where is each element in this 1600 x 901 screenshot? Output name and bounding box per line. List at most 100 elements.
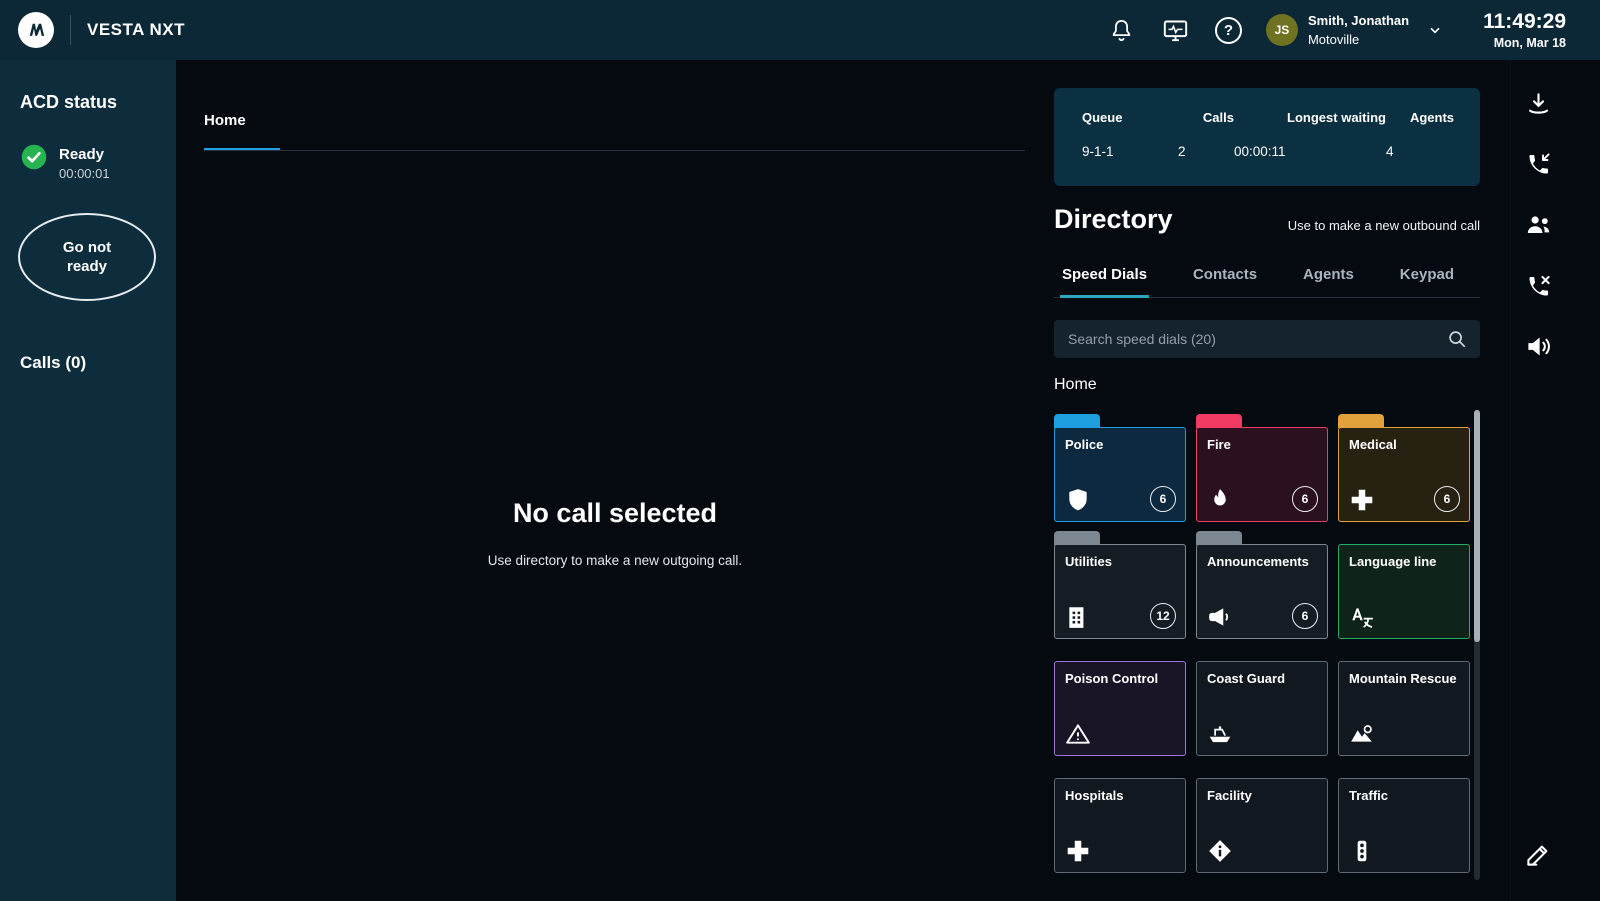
speed-dial-card-fire[interactable]: Fire 6 (1196, 427, 1328, 522)
speed-dial-card-medical[interactable]: Medical 6 (1338, 427, 1470, 522)
annotation-icon[interactable] (1524, 840, 1552, 868)
acd-sidebar: ACD status Ready 00:00:01 Go not ready C… (0, 60, 176, 901)
longest-waiting-header: Longest waiting (1234, 110, 1386, 125)
acd-status-timer: 00:00:01 (59, 166, 110, 181)
speed-dial-card-police[interactable]: Police 6 (1054, 427, 1186, 522)
speed-dial-card-language-line[interactable]: Language line (1338, 544, 1470, 639)
acd-status-title: ACD status (20, 92, 158, 113)
empty-title: No call selected (176, 498, 1054, 529)
speed-dial-grid: Police 6 Fire 6 Medical 6 Utilities 12 (1054, 410, 1470, 873)
tab-divider (204, 150, 1025, 151)
tab-home[interactable]: Home (204, 112, 246, 129)
count-badge: 6 (1292, 603, 1318, 629)
mountain-icon (1349, 721, 1375, 747)
speed-dial-card-coast-guard[interactable]: Coast Guard (1196, 661, 1328, 756)
empty-subtitle: Use directory to make a new outgoing cal… (176, 553, 1054, 568)
tab-speed-dials[interactable]: Speed Dials (1062, 266, 1147, 283)
avatar: JS (1266, 14, 1298, 46)
count-badge: 12 (1150, 603, 1176, 629)
card-label: Language line (1349, 554, 1436, 569)
card-label: Utilities (1065, 554, 1112, 569)
card-label: Announcements (1207, 554, 1309, 569)
speed-dial-card-hospitals[interactable]: Hospitals (1054, 778, 1186, 873)
search-input[interactable] (1068, 331, 1446, 347)
police-badge-icon (1065, 487, 1091, 513)
queue-header: Queue (1082, 110, 1178, 125)
card-label: Medical (1349, 437, 1397, 452)
user-menu[interactable]: JS Smith, Jonathan Motoville (1266, 11, 1443, 50)
bell-icon[interactable] (1107, 15, 1137, 45)
card-label: Mountain Rescue (1349, 671, 1457, 686)
calls-section-title: Calls (0) (20, 353, 158, 373)
warning-triangle-icon (1065, 721, 1091, 747)
missed-call-icon[interactable] (1524, 150, 1552, 178)
motorola-logo (18, 12, 54, 48)
card-label: Hospitals (1065, 788, 1124, 803)
translate-icon (1349, 604, 1375, 630)
go-not-ready-button[interactable]: Go not ready (18, 213, 156, 301)
clock-date: Mon, Mar 18 (1483, 36, 1566, 50)
clock: 11:49:29 Mon, Mar 18 (1483, 10, 1566, 49)
clock-time: 11:49:29 (1483, 10, 1566, 33)
speed-dial-card-facility[interactable]: Facility (1196, 778, 1328, 873)
queue-summary-panel: Queue Calls Longest waiting Agents 9-1-1… (1054, 88, 1480, 186)
tab-agents[interactable]: Agents (1303, 266, 1354, 283)
folder-tab (1196, 531, 1242, 545)
folder-tab (1196, 414, 1242, 428)
card-label: Poison Control (1065, 671, 1158, 686)
chevron-down-icon[interactable] (1427, 22, 1443, 38)
directory-tabs: Speed Dials Contacts Agents Keypad (1054, 266, 1480, 298)
user-name: Smith, Jonathan (1308, 11, 1409, 31)
app-title: VESTA NXT (87, 20, 185, 40)
monitor-icon[interactable] (1161, 15, 1191, 45)
call-control-rail (1510, 60, 1600, 901)
count-badge: 6 (1292, 486, 1318, 512)
agents-header: Agents (1386, 110, 1454, 125)
divider (70, 15, 71, 45)
speed-dial-card-mountain-rescue[interactable]: Mountain Rescue (1338, 661, 1470, 756)
speed-dial-card-announcements[interactable]: Announcements 6 (1196, 544, 1328, 639)
tab-keypad[interactable]: Keypad (1400, 266, 1454, 283)
folder-tab (1054, 414, 1100, 428)
count-badge: 6 (1150, 486, 1176, 512)
tab-contacts[interactable]: Contacts (1193, 266, 1257, 283)
speaker-icon[interactable] (1524, 332, 1552, 360)
folder-tab (1054, 531, 1100, 545)
facility-icon (1207, 838, 1233, 864)
help-icon[interactable]: ? (1215, 17, 1242, 44)
flame-icon (1207, 487, 1233, 513)
queue-agents: 4 (1386, 144, 1454, 159)
count-badge: 6 (1434, 486, 1460, 512)
queue-row[interactable]: 9-1-1 2 00:00:11 4 (1082, 144, 1454, 159)
card-label: Fire (1207, 437, 1231, 452)
card-label: Facility (1207, 788, 1252, 803)
queue-longest-waiting: 00:00:11 (1234, 144, 1386, 159)
agents-icon[interactable] (1524, 210, 1552, 238)
call-reject-icon[interactable] (1524, 272, 1552, 300)
queue-name: 9-1-1 (1082, 144, 1178, 159)
search-icon[interactable] (1446, 328, 1468, 350)
acd-status-label: Ready (59, 146, 110, 163)
speed-dial-card-traffic[interactable]: Traffic (1338, 778, 1470, 873)
empty-call-state: No call selected Use directory to make a… (176, 498, 1054, 568)
card-label: Coast Guard (1207, 671, 1285, 686)
card-label: Police (1065, 437, 1103, 452)
top-bar: VESTA NXT ? JS Smith, Jonathan Motoville (0, 0, 1600, 60)
scrollbar-thumb[interactable] (1474, 410, 1480, 642)
acd-status-indicator: Ready 00:00:01 (20, 143, 158, 181)
user-location: Motoville (1308, 30, 1409, 50)
call-answer-icon[interactable] (1524, 90, 1552, 118)
medical-cross-icon (1349, 487, 1375, 513)
directory-scrollbar[interactable] (1474, 410, 1480, 880)
traffic-light-icon (1349, 838, 1375, 864)
queue-calls: 2 (1178, 144, 1234, 159)
speed-dial-card-utilities[interactable]: Utilities 12 (1054, 544, 1186, 639)
speed-dial-search (1054, 320, 1480, 358)
card-label: Traffic (1349, 788, 1388, 803)
directory-hint: Use to make a new outbound call (1054, 218, 1480, 233)
boat-icon (1207, 721, 1233, 747)
directory-section-label: Home (1054, 376, 1097, 394)
building-icon (1065, 604, 1091, 630)
speed-dial-card-poison-control[interactable]: Poison Control (1054, 661, 1186, 756)
hospital-cross-icon (1065, 838, 1091, 864)
